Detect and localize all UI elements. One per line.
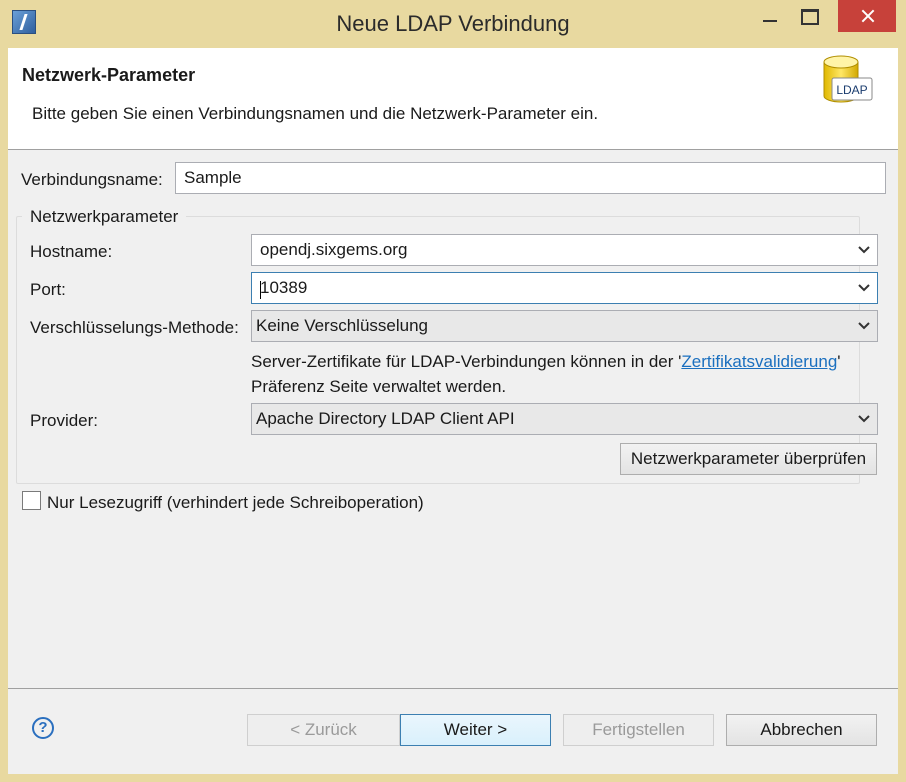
ldap-icon-label: LDAP xyxy=(836,83,867,97)
port-label: Port: xyxy=(30,280,66,299)
chevron-down-icon xyxy=(858,284,870,292)
chevron-down-icon xyxy=(858,246,870,254)
dialog-client: Netzwerk-Parameter Bitte geben Sie einen… xyxy=(8,48,898,774)
readonly-checkbox[interactable] xyxy=(22,491,41,510)
hostname-value: opendj.sixgems.org xyxy=(260,240,408,259)
chevron-down-icon xyxy=(858,322,870,330)
certificate-note-text: Server-Zertifikate für LDAP-Verbindungen… xyxy=(251,352,682,371)
port-value: 10389 xyxy=(260,278,308,297)
cancel-button[interactable]: Abbrechen xyxy=(726,714,877,746)
hostname-label: Hostname: xyxy=(30,242,113,261)
title-bar[interactable]: Neue LDAP Verbindung xyxy=(0,0,906,48)
back-button[interactable]: < Zurück xyxy=(247,714,400,746)
provider-value: Apache Directory LDAP Client API xyxy=(256,409,515,428)
encryption-label: Verschlüsselungs-Methode: xyxy=(30,318,239,337)
help-icon[interactable]: ? xyxy=(32,717,54,739)
finish-button[interactable]: Fertigstellen xyxy=(563,714,714,746)
encryption-select[interactable]: Keine Verschlüsselung xyxy=(251,310,878,342)
page-description: Bitte geben Sie einen Verbindungsnamen u… xyxy=(32,104,599,123)
wizard-header: Netzwerk-Parameter Bitte geben Sie einen… xyxy=(8,48,898,150)
encryption-value: Keine Verschlüsselung xyxy=(256,316,429,335)
page-title: Netzwerk-Parameter xyxy=(22,65,196,85)
readonly-label[interactable]: Nur Lesezugriff (verhindert jede Schreib… xyxy=(47,493,424,513)
next-button[interactable]: Weiter > xyxy=(400,714,551,746)
close-button[interactable] xyxy=(838,0,896,32)
certificate-note-quote: ' xyxy=(837,352,841,371)
certificate-note: Server-Zertifikate für LDAP-Verbindungen… xyxy=(251,352,841,372)
provider-select[interactable]: Apache Directory LDAP Client API xyxy=(251,403,878,435)
network-parameters-title: Netzwerkparameter xyxy=(22,207,187,227)
connection-name-input[interactable]: Sample xyxy=(175,162,886,194)
connection-name-label: Verbindungsname: xyxy=(21,170,163,189)
minimize-button[interactable] xyxy=(752,0,786,32)
hostname-combo[interactable]: opendj.sixgems.org xyxy=(251,234,878,266)
ldap-database-icon: LDAP xyxy=(823,55,873,103)
text-cursor xyxy=(260,281,261,299)
check-network-parameters-button[interactable]: Netzwerkparameter überprüfen xyxy=(620,443,877,475)
footer-separator xyxy=(8,688,898,689)
dialog-window: Neue LDAP Verbindung Netzwerk-Parameter … xyxy=(0,0,906,782)
provider-label: Provider: xyxy=(30,411,99,430)
chevron-down-icon xyxy=(858,415,870,423)
port-combo[interactable]: 10389 xyxy=(251,272,878,304)
maximize-button[interactable] xyxy=(796,0,830,32)
certificate-validation-link[interactable]: Zertifikatsvalidierung xyxy=(681,352,837,371)
certificate-note-line2: Präferenz Seite verwaltet werden. xyxy=(251,377,507,396)
